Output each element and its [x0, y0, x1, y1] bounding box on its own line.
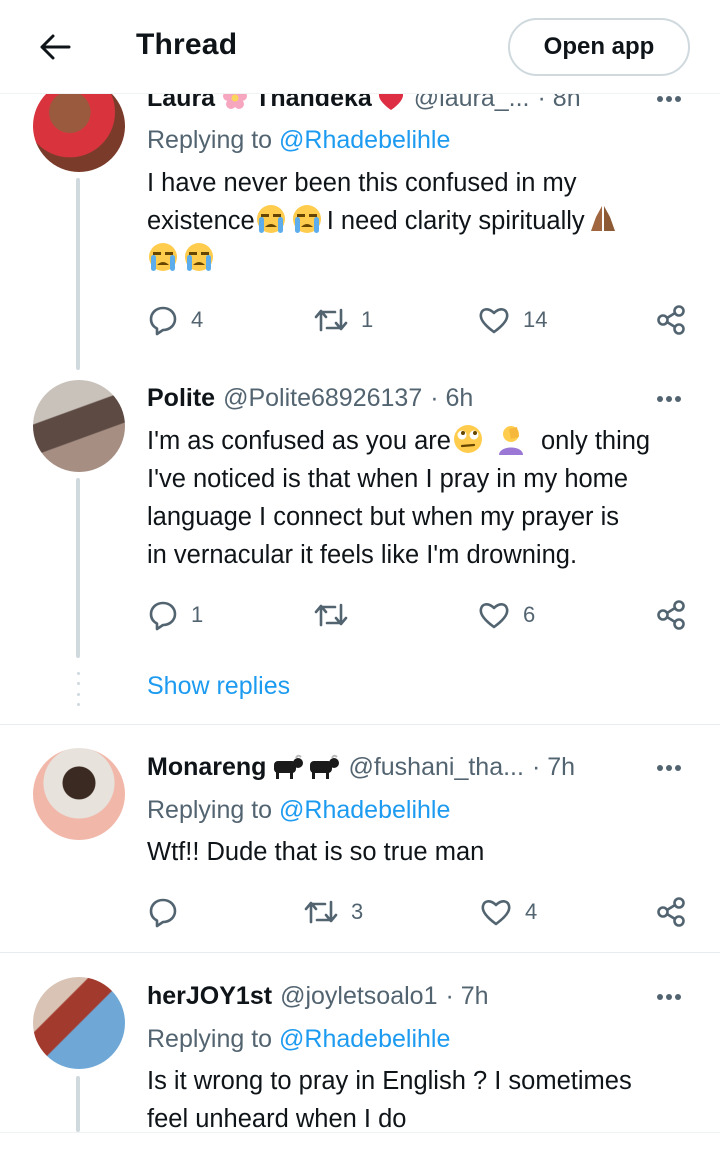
like-icon: [479, 603, 509, 629]
tweet-text: I have never been this confused in my ex…: [147, 164, 687, 278]
tweet-header: herJOY1st @joyletsoalo1 · 7h: [147, 980, 489, 1012]
reply-icon: [149, 306, 177, 336]
mention-link[interactable]: @Rhadebelihle: [279, 1025, 450, 1053]
thread-line: [76, 1076, 80, 1132]
avatar[interactable]: [33, 977, 125, 1069]
thread-continuation-dots: [75, 672, 81, 706]
share-icon: [657, 305, 685, 335]
timestamp[interactable]: · 6h: [430, 384, 473, 413]
like-icon: [479, 308, 509, 334]
tweet-text: Wtf!! Dude that is so true man: [147, 838, 485, 866]
share-icon: [657, 897, 685, 927]
tweet-header: Monareng @fushani_tha... · 7h: [147, 751, 575, 783]
more-icon[interactable]: [654, 982, 684, 1012]
tweet-actions: 1 6: [147, 597, 692, 633]
like-icon: [481, 900, 511, 926]
display-name[interactable]: herJOY1st: [147, 982, 272, 1011]
retweet-icon: [304, 900, 338, 924]
cow-emoji-icon: [310, 754, 340, 779]
handle[interactable]: @joyletsoalo1: [280, 982, 437, 1011]
retweet-button[interactable]: 3: [303, 894, 363, 930]
share-button[interactable]: [655, 597, 687, 633]
reply-count: 4: [191, 307, 204, 332]
reply-icon: [149, 601, 177, 631]
show-replies-link[interactable]: Show replies: [147, 672, 290, 701]
mention-link[interactable]: @Rhadebelihle: [279, 126, 450, 154]
tweet-actions: 4 1 14: [147, 302, 692, 338]
facepalm-emoji-icon: [498, 426, 523, 455]
crying-emoji-icon: [149, 243, 177, 271]
crying-emoji-icon: [256, 205, 285, 233]
share-icon: [657, 600, 685, 630]
divider: [0, 952, 720, 953]
display-name[interactable]: Polite: [147, 384, 215, 413]
more-icon[interactable]: [654, 753, 684, 783]
reply-button[interactable]: 1: [147, 597, 203, 633]
back-arrow-icon: [40, 34, 71, 60]
page-title: Thread: [136, 28, 238, 61]
thread-line: [76, 478, 80, 658]
display-name[interactable]: Monareng: [147, 753, 266, 782]
tweet-text: I'm as confused as you are only thing I'v…: [147, 422, 687, 574]
more-icon[interactable]: [654, 384, 684, 414]
replying-to: Replying to @Rhadebelihle: [147, 126, 451, 154]
crying-emoji-icon: [292, 205, 321, 233]
like-count: 4: [525, 899, 538, 924]
handle[interactable]: @fushani_tha...: [348, 753, 524, 782]
bottom-bar: [0, 1132, 720, 1152]
praying-hands-emoji-icon: [590, 206, 615, 231]
like-button[interactable]: 14: [477, 302, 547, 338]
reply-icon: [149, 898, 177, 928]
retweet-icon: [314, 603, 348, 627]
back-button[interactable]: [30, 24, 80, 70]
like-button[interactable]: 6: [477, 597, 535, 633]
top-bar: Thread Open app: [0, 0, 720, 94]
open-app-button[interactable]: Open app: [508, 18, 690, 76]
handle[interactable]: @Polite68926137: [223, 384, 422, 413]
reply-count: 1: [191, 602, 204, 627]
reply-button[interactable]: 4: [147, 302, 203, 338]
timestamp[interactable]: · 7h: [532, 753, 575, 782]
avatar[interactable]: [33, 380, 125, 472]
share-button[interactable]: [655, 894, 687, 930]
retweet-button[interactable]: [313, 597, 361, 633]
replying-to: Replying to @Rhadebelihle: [147, 796, 451, 824]
retweet-count: 1: [361, 307, 374, 332]
thread-feed: Laura Thandeka @laura_... · 8h Replying …: [0, 0, 720, 1152]
reply-button[interactable]: [147, 894, 191, 930]
retweet-button[interactable]: 1: [313, 302, 373, 338]
like-button[interactable]: 4: [479, 894, 537, 930]
crying-emoji-icon: [185, 243, 213, 271]
rolling-eyes-emoji-icon: [453, 425, 482, 453]
divider: [0, 724, 720, 725]
like-count: 6: [523, 602, 536, 627]
avatar[interactable]: [33, 748, 125, 840]
tweet-actions: 3 4: [147, 894, 692, 930]
tweet-header: Polite @Polite68926137 · 6h: [147, 382, 473, 414]
mention-link[interactable]: @Rhadebelihle: [279, 796, 450, 824]
retweet-icon: [314, 308, 348, 332]
cow-emoji-icon: [274, 754, 304, 779]
timestamp[interactable]: · 7h: [445, 982, 488, 1011]
share-button[interactable]: [655, 302, 687, 338]
like-count: 14: [523, 307, 548, 332]
tweet-text: Is it wrong to pray in English ? I somet…: [147, 1067, 632, 1133]
thread-line: [76, 178, 80, 370]
replying-to: Replying to @Rhadebelihle: [147, 1025, 451, 1053]
retweet-count: 3: [351, 899, 364, 924]
